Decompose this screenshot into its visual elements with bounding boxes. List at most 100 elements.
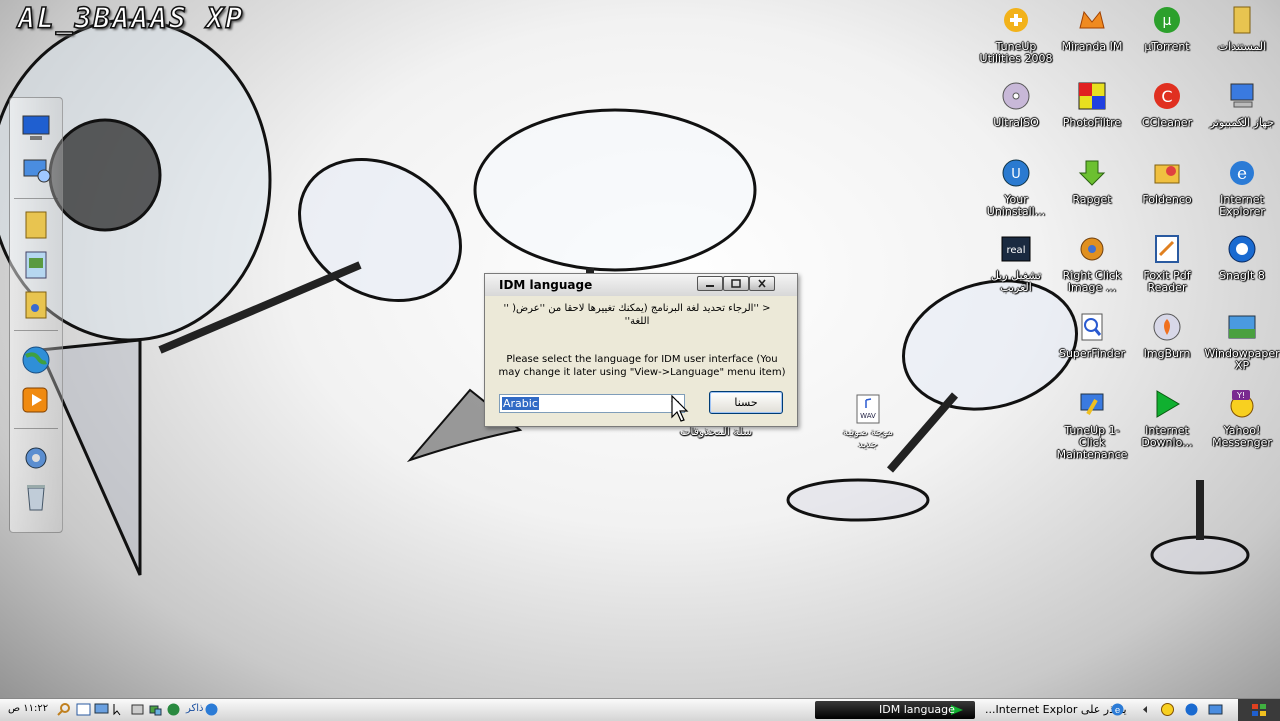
foxit-reader-icon <box>1155 235 1179 263</box>
start-button[interactable] <box>1238 699 1280 721</box>
tray-zakir-icon[interactable] <box>166 702 181 717</box>
tray-window-icon[interactable] <box>76 702 91 717</box>
close-button[interactable] <box>749 276 775 291</box>
tray-cursor-icon[interactable] <box>112 702 127 717</box>
svg-text:Y!: Y! <box>1236 391 1245 400</box>
idm-language-dialog: IDM language < ''الرجاء تحديد لغة البرنا… <box>484 273 798 427</box>
desktop-icon-documents[interactable]: المستندات <box>1204 4 1280 53</box>
desktop-icon-tuneup[interactable]: TuneUp Utilities 2008 <box>978 4 1054 65</box>
desktop-icon-label: PhotoFiltre <box>1062 116 1122 129</box>
settings-gear-dock-icon[interactable] <box>20 442 52 474</box>
show-desktop-icon[interactable] <box>1208 702 1223 717</box>
tray-browser-icon[interactable] <box>204 702 219 717</box>
yahoo-messenger-icon: Y! <box>1230 390 1254 418</box>
tuneup-maintenance-icon <box>1080 393 1104 415</box>
desktop-icon-miranda[interactable]: Miranda IM <box>1054 4 1130 53</box>
desktop-icon-label: µTorrent <box>1144 40 1190 53</box>
your-uninstaller-icon: U <box>1002 159 1030 187</box>
maximize-icon <box>731 279 741 288</box>
desktop-icon-foldenco[interactable]: Foldenco <box>1129 157 1205 206</box>
desktop-icon-label: Yahoo! Messenger <box>1212 424 1272 449</box>
desktop-file-label: موجة صوتية جديد <box>842 427 894 450</box>
pictures-dock-icon[interactable] <box>20 248 52 280</box>
language-select-value: Arabic <box>502 397 539 410</box>
taskbar-button-idm-language[interactable]: IDM language <box>815 701 975 719</box>
desktop-icon-tuneup-maintenance[interactable]: TuneUp 1-Click Maintenance <box>1054 388 1130 461</box>
desktop-icon-label: CCleaner <box>1141 116 1193 129</box>
desktop-icon-foxit-reader[interactable]: Foxit Pdf Reader <box>1129 233 1205 294</box>
desktop-icon-label: TuneUp Utilities 2008 <box>979 40 1053 65</box>
tray-screen-icon[interactable] <box>94 702 109 717</box>
ccleaner-icon: C <box>1154 83 1180 109</box>
folder-dock-icon[interactable] <box>20 208 52 240</box>
my-computer-icon <box>1230 83 1254 108</box>
tuneup-icon <box>1004 8 1028 32</box>
left-dock <box>9 97 63 533</box>
desktop-icon-yahoo-messenger[interactable]: Y! Yahoo! Messenger <box>1204 388 1280 449</box>
desktop-icon-snagit[interactable]: SnagIt 8 <box>1204 233 1280 282</box>
tray-clock[interactable]: ١١:٢٢ ص <box>8 703 48 714</box>
windowpaper-icon <box>1228 315 1256 339</box>
dialog-title-bar[interactable]: IDM language <box>485 274 797 296</box>
desktop-icon-label: المستندات <box>1217 40 1267 53</box>
desktop-icon-ccleaner[interactable]: C CCleaner <box>1129 80 1205 129</box>
my-computer-dock-icon[interactable] <box>20 112 52 144</box>
desktop-icon-internet-explorer[interactable]: e Internet Explorer <box>1204 157 1280 218</box>
miranda-icon <box>1079 10 1105 29</box>
ok-button[interactable]: حسنا <box>709 391 783 414</box>
desktop-icon-label: جهاز الكمبيوتر <box>1209 116 1275 129</box>
chevron-down-icon[interactable] <box>668 397 682 410</box>
desktop-icon-imgburn[interactable]: ImgBurn <box>1129 311 1205 360</box>
dialog-english-message: Please select the language for IDM user … <box>498 354 786 378</box>
snagit-quicklaunch-icon[interactable] <box>1184 702 1199 717</box>
desktop-icon-label: Windowpaper XP <box>1204 347 1280 372</box>
desktop-icon-label: Your Uninstall... <box>986 193 1046 218</box>
desktop-file-wav[interactable]: WAV موجة صوتية جديد <box>838 394 898 451</box>
recycle-bin-dock-icon[interactable] <box>20 480 52 512</box>
close-icon <box>758 279 766 288</box>
desktop-icon-my-computer[interactable]: جهاز الكمبيوتر <box>1204 80 1280 129</box>
minimize-button[interactable] <box>697 276 723 291</box>
desktop-icon-photofiltre[interactable]: PhotoFiltre <box>1054 80 1130 129</box>
desktop-icon-idm[interactable]: Internet Downlo... <box>1129 388 1205 449</box>
taskbar-button-internet-explorer[interactable]: يتعذر على Internet Explor... <box>985 703 1127 716</box>
language-select[interactable]: Arabic <box>499 394 685 413</box>
svg-text:U: U <box>1011 167 1021 182</box>
dialog-title: IDM language <box>499 278 593 292</box>
dialog-arabic-message: < ''الرجاء تحديد لغة البرنامج (يمكنك تغي… <box>503 303 771 327</box>
desktop-icon-label: Internet Explorer <box>1219 193 1265 218</box>
network-dock-icon[interactable] <box>20 154 52 186</box>
quicklaunch-arrow-icon[interactable] <box>1138 702 1153 717</box>
rapget-icon <box>1078 160 1106 186</box>
desktop-icon-ultraiso[interactable]: UltraISO <box>978 80 1054 129</box>
desktop-icon-label: Foxit Pdf Reader <box>1143 269 1191 294</box>
photofiltre-icon <box>1078 82 1106 110</box>
desktop-icon-your-uninstaller[interactable]: U Your Uninstall... <box>978 157 1054 218</box>
search-icon[interactable] <box>56 702 71 717</box>
maximize-button[interactable] <box>723 276 749 291</box>
tray-app-label[interactable]: ذاكر <box>186 703 204 714</box>
internet-explorer-quicklaunch-icon[interactable]: e <box>1110 702 1125 717</box>
media-player-dock-icon[interactable] <box>20 384 52 416</box>
music-dock-icon[interactable] <box>20 288 52 320</box>
yahoo-quicklaunch-icon[interactable] <box>1160 702 1175 717</box>
desktop-icon-real-player[interactable]: real تشغيل ريل الغريب <box>978 233 1054 294</box>
svg-text:µ: µ <box>1163 13 1172 29</box>
desktop-icon-label: Right Click Image ... <box>1062 269 1122 294</box>
desktop-icon-utorrent[interactable]: µ µTorrent <box>1129 4 1205 53</box>
svg-text:WAV: WAV <box>860 412 876 420</box>
desktop-icon-superfinder[interactable]: SuperFinder <box>1054 311 1130 360</box>
svg-text:e: e <box>1115 706 1120 716</box>
documents-folder-icon <box>1233 6 1251 34</box>
tray-network-icon[interactable] <box>148 702 163 717</box>
desktop-icon-right-click-image[interactable]: Right Click Image ... <box>1054 233 1130 294</box>
desktop-icon-rapget[interactable]: Rapget <box>1054 157 1130 206</box>
taskbar: ١١:٢٢ ص ذاكر IDM language يتعذر على Inte… <box>0 698 1280 721</box>
tray-tool-icon[interactable] <box>130 702 145 717</box>
globe-dock-icon[interactable] <box>20 344 52 376</box>
desktop-icon-label: TuneUp 1-Click Maintenance <box>1056 424 1128 461</box>
svg-text:C: C <box>1161 87 1172 106</box>
desktop-icon-windowpaper[interactable]: Windowpaper XP <box>1204 311 1280 372</box>
foldenco-icon <box>1154 164 1180 184</box>
superfinder-icon <box>1081 313 1103 341</box>
